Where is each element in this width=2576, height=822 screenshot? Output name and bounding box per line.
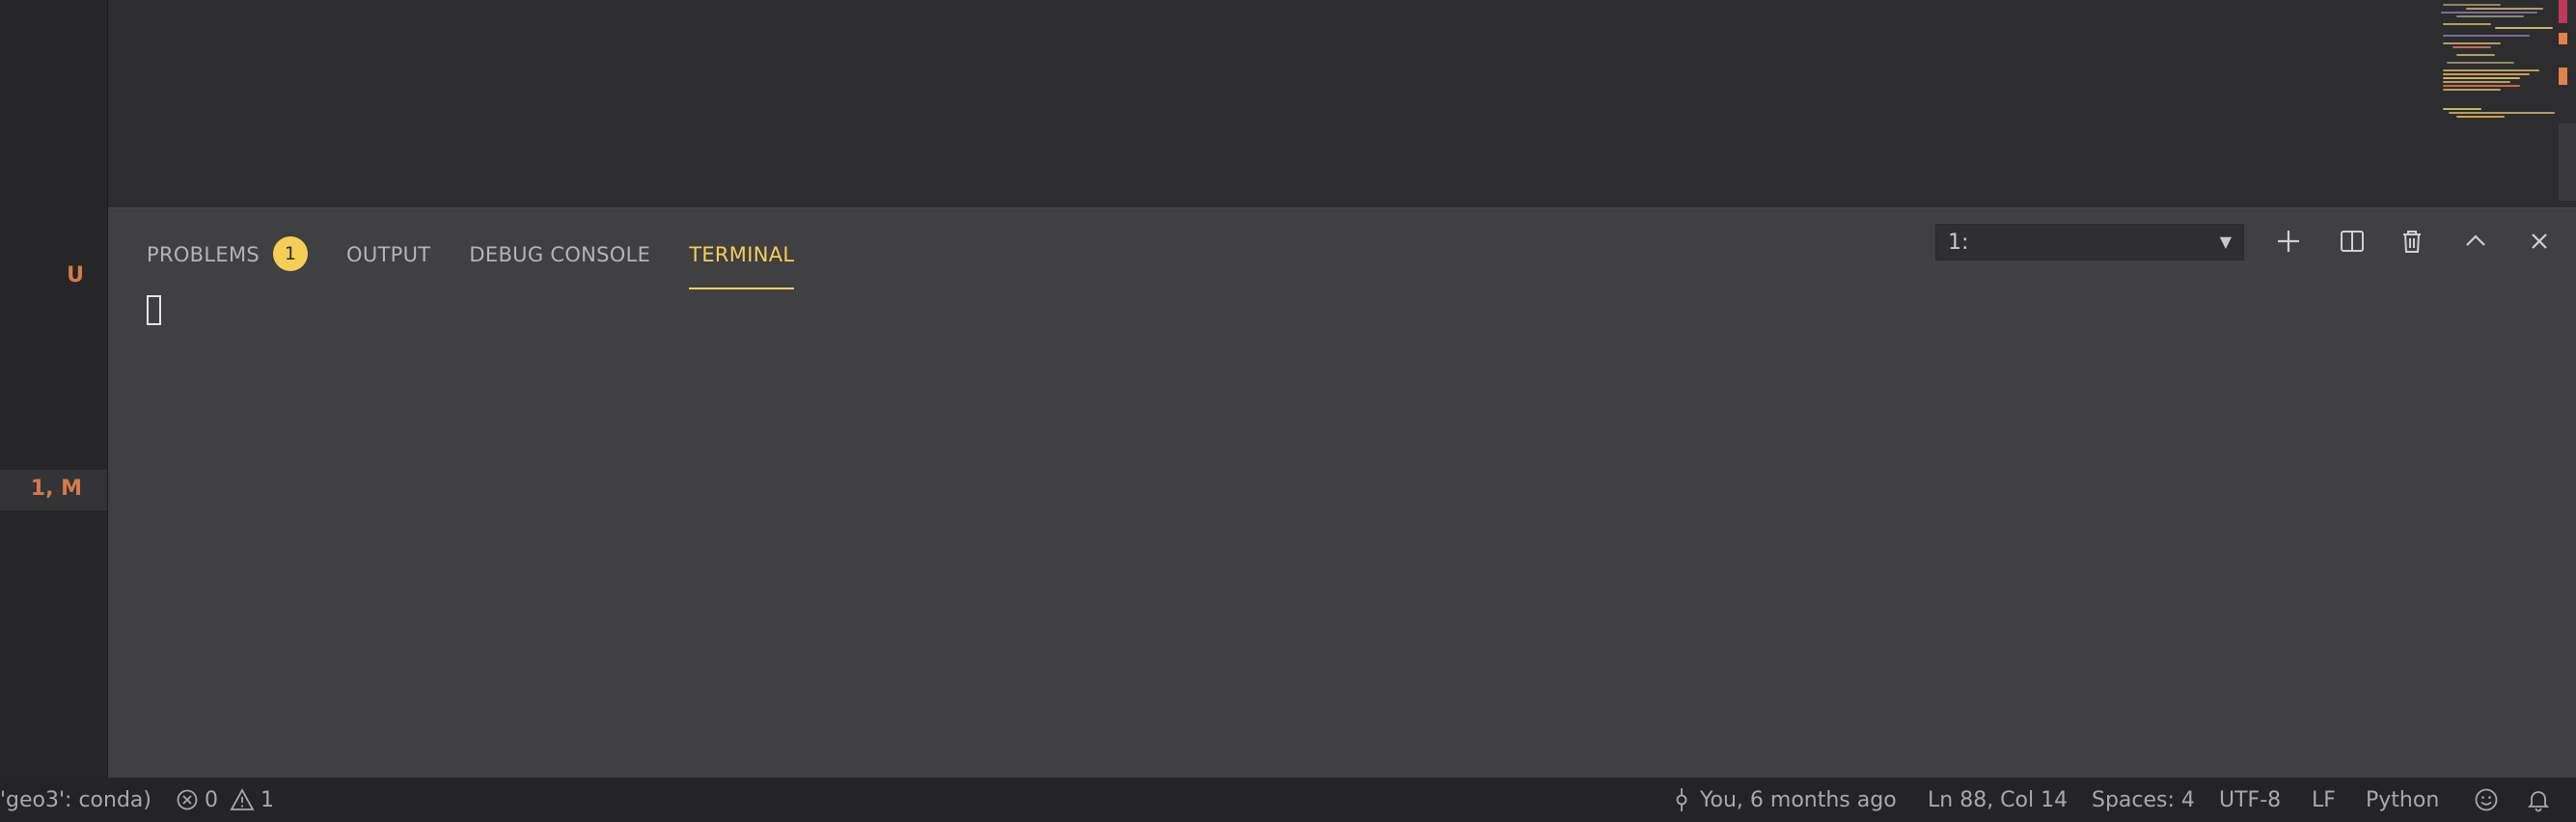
indentation-status[interactable]: Spaces: 4 [2092,778,2195,822]
terminal-select-value: 1: [1948,231,1969,255]
explorer-sidebar: U 1, M [0,0,108,778]
cursor-position-label: Ln 88, Col 14 [1928,787,2069,812]
python-interpreter-status[interactable]: 'geo3': conda) [0,778,151,822]
editor-area[interactable] [108,0,2576,207]
terminal-cursor [147,295,161,325]
close-icon [2532,233,2547,249]
new-terminal-button[interactable] [2269,222,2308,260]
warning-icon [230,788,255,811]
cursor-position-status[interactable]: Ln 88, Col 14 [1928,778,2068,822]
vscode-window: U 1, M PROBLEMS 1 OUTPUT DEBUG CONSOLE T… [0,0,2576,822]
tab-output[interactable]: OUTPUT [346,228,430,288]
tab-terminal[interactable]: TERMINAL [689,228,795,289]
split-icon [2341,231,2364,252]
error-icon [176,788,199,811]
tab-problems[interactable]: PROBLEMS 1 [147,228,309,288]
tab-debug-console[interactable]: DEBUG CONSOLE [469,228,650,288]
panel-tab-bar: PROBLEMS 1 OUTPUT DEBUG CONSOLE TERMINAL [147,228,833,289]
close-panel-button[interactable] [2520,222,2559,260]
plus-icon [2278,231,2299,252]
maximize-panel-button[interactable] [2456,222,2495,260]
encoding-label: UTF-8 [2219,787,2282,812]
split-terminal-button[interactable] [2333,222,2371,260]
feedback-button[interactable] [2474,778,2499,822]
chevron-up-icon [2466,234,2485,246]
tab-terminal-label: TERMINAL [689,243,795,266]
smiley-icon [2475,788,2498,811]
eol-status[interactable]: LF [2312,778,2336,822]
error-count: 0 [205,787,218,812]
terminal-output[interactable] [147,286,2539,749]
notifications-button[interactable] [2526,778,2551,822]
editor-scrollbar-thumb[interactable] [2559,123,2576,201]
git-blame-status[interactable]: You, 6 months ago [1675,778,1897,822]
git-status-untracked-badge: U [67,263,84,288]
minimap[interactable] [2437,0,2576,125]
problems-count-badge: 1 [273,236,309,271]
kill-terminal-button[interactable] [2393,222,2431,260]
bell-icon [2527,791,2550,812]
language-label: Python [2366,787,2440,812]
tab-output-label: OUTPUT [346,243,431,266]
terminal-instance-select[interactable]: 1: ▼ [1935,224,2244,260]
indentation-label: Spaces: 4 [2092,787,2195,812]
trash-icon [2403,231,2421,253]
warning-count: 1 [260,787,274,812]
git-blame-label: You, 6 months ago [1700,787,1897,812]
bottom-panel: PROBLEMS 1 OUTPUT DEBUG CONSOLE TERMINAL… [108,207,2576,778]
dropdown-arrow-icon: ▼ [2219,233,2232,251]
encoding-status[interactable]: UTF-8 [2219,778,2281,822]
interpreter-label: 'geo3': conda) [0,787,151,812]
git-commit-icon [1675,786,1688,813]
tab-problems-label: PROBLEMS [147,243,260,266]
status-bar: 'geo3': conda) 0 1 You, 6 months ago Ln … [0,778,2576,822]
tab-debug-console-label: DEBUG CONSOLE [469,243,651,266]
problems-status[interactable]: 0 1 [176,778,274,822]
eol-label: LF [2312,787,2336,812]
language-mode-status[interactable]: Python [2366,778,2439,822]
git-status-modified-badge: 1, M [30,477,82,501]
